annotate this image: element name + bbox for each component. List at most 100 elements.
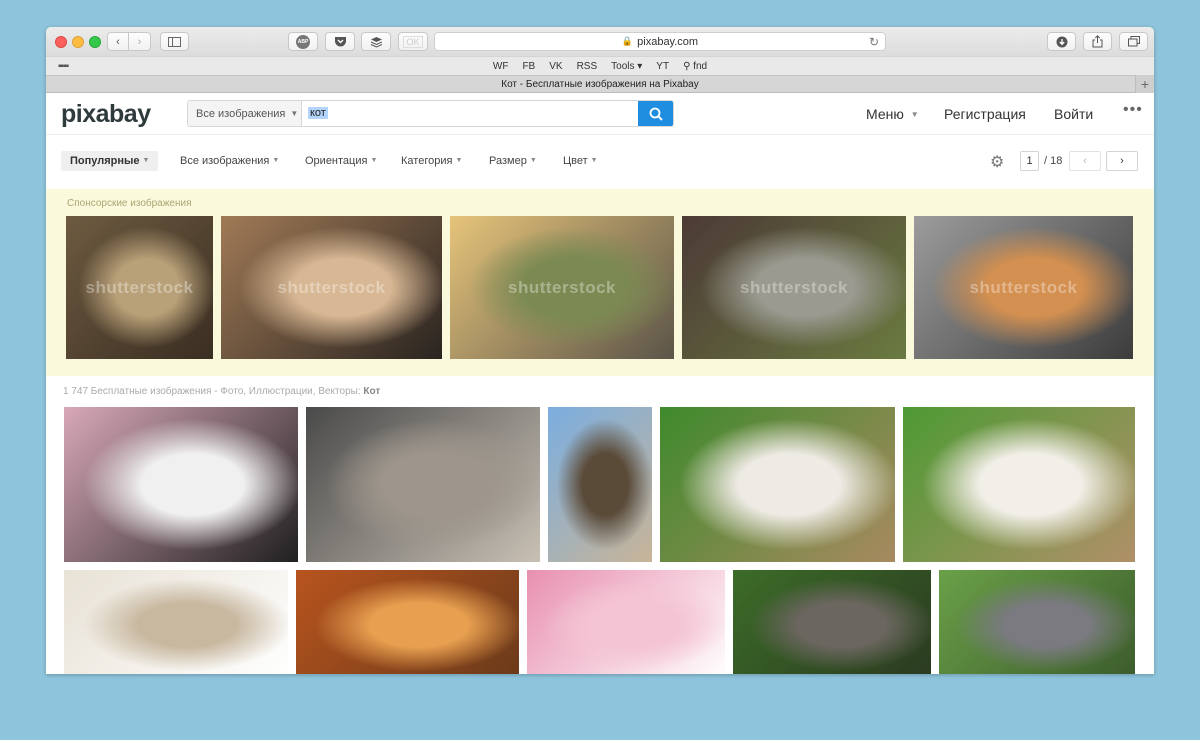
filter-bar: Популярные ▼ Все изображения ▼ Ориентация ▼… (46, 135, 1154, 187)
new-tab-button[interactable]: + (1135, 75, 1154, 93)
search-button[interactable] (638, 101, 673, 126)
favorite-vk[interactable]: VK (549, 61, 562, 72)
search-icon (649, 107, 663, 121)
reload-icon[interactable]: ↻ (869, 35, 879, 49)
favorite-yt[interactable]: YT (656, 61, 669, 72)
sort-label: Популярные (70, 155, 140, 167)
watermark: shutterstock (969, 277, 1078, 297)
site-header: pixabay Все изображения ▼ кот Меню ▼ Рег… (46, 93, 1154, 135)
caret-down-icon: ▼ (272, 157, 280, 164)
gear-icon[interactable]: ⚙ (990, 152, 1004, 172)
buffer-extension-button[interactable] (361, 32, 391, 51)
size-label: Размер (489, 155, 527, 167)
adblock-extension-button[interactable]: ABP (288, 32, 318, 51)
photo-black-cat-under-bench[interactable]: shutterstock (221, 216, 442, 359)
search-form: Все изображения ▼ кот (187, 100, 674, 127)
show-tabs-button[interactable] (1119, 32, 1148, 51)
minimize-window-button[interactable] (72, 36, 84, 48)
ok-icon: OK (403, 35, 423, 48)
favorite-fb[interactable]: FB (522, 61, 535, 72)
image-type-dropdown[interactable]: Все изображения ▼ (180, 155, 279, 167)
size-dropdown[interactable]: Размер ▼ (489, 155, 537, 167)
zoom-window-button[interactable] (89, 36, 101, 48)
search-query-text: кот (308, 107, 328, 119)
login-link[interactable]: Войти (1054, 106, 1093, 122)
caret-down-icon: ▼ (290, 109, 299, 118)
favorite-rss[interactable]: RSS (577, 61, 598, 72)
search-input[interactable]: кот (302, 101, 638, 126)
color-label: Цвет (563, 155, 588, 167)
sort-popular-dropdown[interactable]: Популярные ▼ (61, 151, 159, 171)
download-icon (1056, 36, 1067, 47)
plus-icon: + (1140, 76, 1150, 92)
photo-kitten-in-pink-blanket[interactable] (527, 570, 725, 674)
browser-window: ‹ › ABP OK 🔒 pixabay.com ↻ ▪▪▪▪ WF FB VK… (46, 27, 1154, 674)
pixabay-logo[interactable]: pixabay (61, 100, 151, 129)
photo-ginger-cat-lying[interactable]: shutterstock (914, 216, 1133, 359)
sidebar-icon (168, 36, 181, 47)
pocket-extension-button[interactable] (325, 32, 355, 51)
url-text: pixabay.com (637, 35, 699, 48)
address-bar[interactable]: 🔒 pixabay.com ↻ (434, 32, 886, 51)
chevron-left-icon: ‹ (116, 35, 120, 48)
photo-kitten-in-tree[interactable] (548, 407, 652, 562)
color-dropdown[interactable]: Цвет ▼ (563, 155, 598, 167)
caret-down-icon: ▼ (529, 157, 537, 164)
sidebar-toggle-button[interactable] (160, 32, 189, 51)
search-type-dropdown[interactable]: Все изображения ▼ (188, 101, 302, 126)
favorite-wf[interactable]: WF (493, 61, 509, 72)
photo-sleeping-white-cat[interactable] (660, 407, 895, 562)
photo-tabby-cat-face[interactable]: shutterstock (66, 216, 213, 359)
favorite-fnd[interactable]: ⚲ fnd (683, 61, 707, 72)
prev-page-button[interactable]: ‹ (1069, 151, 1101, 171)
favorite-tools[interactable]: Tools ▾ (611, 61, 642, 72)
chevron-right-icon: › (137, 35, 142, 48)
close-window-button[interactable] (55, 36, 67, 48)
share-button[interactable] (1083, 32, 1112, 51)
orientation-label: Ориентация (305, 155, 368, 167)
caret-down-icon: ▼ (910, 110, 919, 119)
photo-sleeping-cat-on-back[interactable] (903, 407, 1135, 562)
downloads-button[interactable] (1047, 32, 1076, 51)
next-page-button[interactable]: › (1106, 151, 1138, 171)
sponsored-label: Спонсорские изображения (67, 198, 192, 209)
tabs-icon (1127, 36, 1140, 47)
photo-sleeping-kitten[interactable] (64, 570, 288, 674)
tab-bar: Кот - Бесплатные изображения на Pixabay … (46, 75, 1154, 93)
watermark: shutterstock (739, 277, 849, 297)
caret-down-icon: ▼ (370, 157, 378, 164)
photo-black-white-cat-portrait[interactable] (64, 407, 298, 562)
menu-dropdown[interactable]: Меню ▼ (866, 106, 919, 122)
tab-title[interactable]: Кот - Бесплатные изображения на Pixabay (501, 79, 698, 90)
image-type-label: Все изображения (180, 155, 270, 167)
ok-extension-button[interactable]: OK (398, 32, 428, 51)
results-query: Кот (363, 386, 381, 397)
photo-gray-cat-in-grass[interactable] (939, 570, 1135, 674)
category-label: Категория (401, 155, 453, 167)
layers-icon (370, 36, 382, 48)
photo-cat-sitting-on-road[interactable]: shutterstock (450, 216, 674, 359)
favorites-bar: ▪▪▪▪ WF FB VK RSS Tools ▾ YT ⚲ fnd (46, 56, 1154, 75)
page-number-input[interactable]: 1 (1020, 151, 1039, 171)
watermark: shutterstock (507, 277, 617, 297)
forward-button[interactable]: › (129, 32, 151, 51)
sponsored-section: Спонсорские изображения shutterstock shu… (46, 189, 1154, 376)
chevron-left-icon: ‹ (1083, 155, 1087, 167)
register-link[interactable]: Регистрация (944, 106, 1026, 122)
menu-label: Меню (866, 106, 904, 122)
caret-down-icon: ▼ (590, 157, 598, 164)
more-options-icon[interactable]: ••• (1123, 101, 1143, 119)
grid-icon[interactable]: ▪▪▪▪ (58, 61, 69, 72)
back-button[interactable]: ‹ (107, 32, 129, 51)
browser-toolbar: ‹ › ABP OK 🔒 pixabay.com ↻ (46, 27, 1154, 56)
category-dropdown[interactable]: Категория ▼ (401, 155, 462, 167)
orientation-dropdown[interactable]: Ориентация ▼ (305, 155, 377, 167)
photo-kittens-on-street[interactable] (306, 407, 540, 562)
photo-cat-sitting-by-fence[interactable]: shutterstock (682, 216, 906, 359)
search-type-label: Все изображения (196, 107, 286, 120)
photo-kittens-in-grass[interactable] (733, 570, 931, 674)
page-total: / 18 (1044, 155, 1063, 167)
caret-down-icon: ▼ (455, 157, 463, 164)
photo-ginger-kitten[interactable] (296, 570, 519, 674)
lock-icon: 🔒 (621, 36, 634, 46)
